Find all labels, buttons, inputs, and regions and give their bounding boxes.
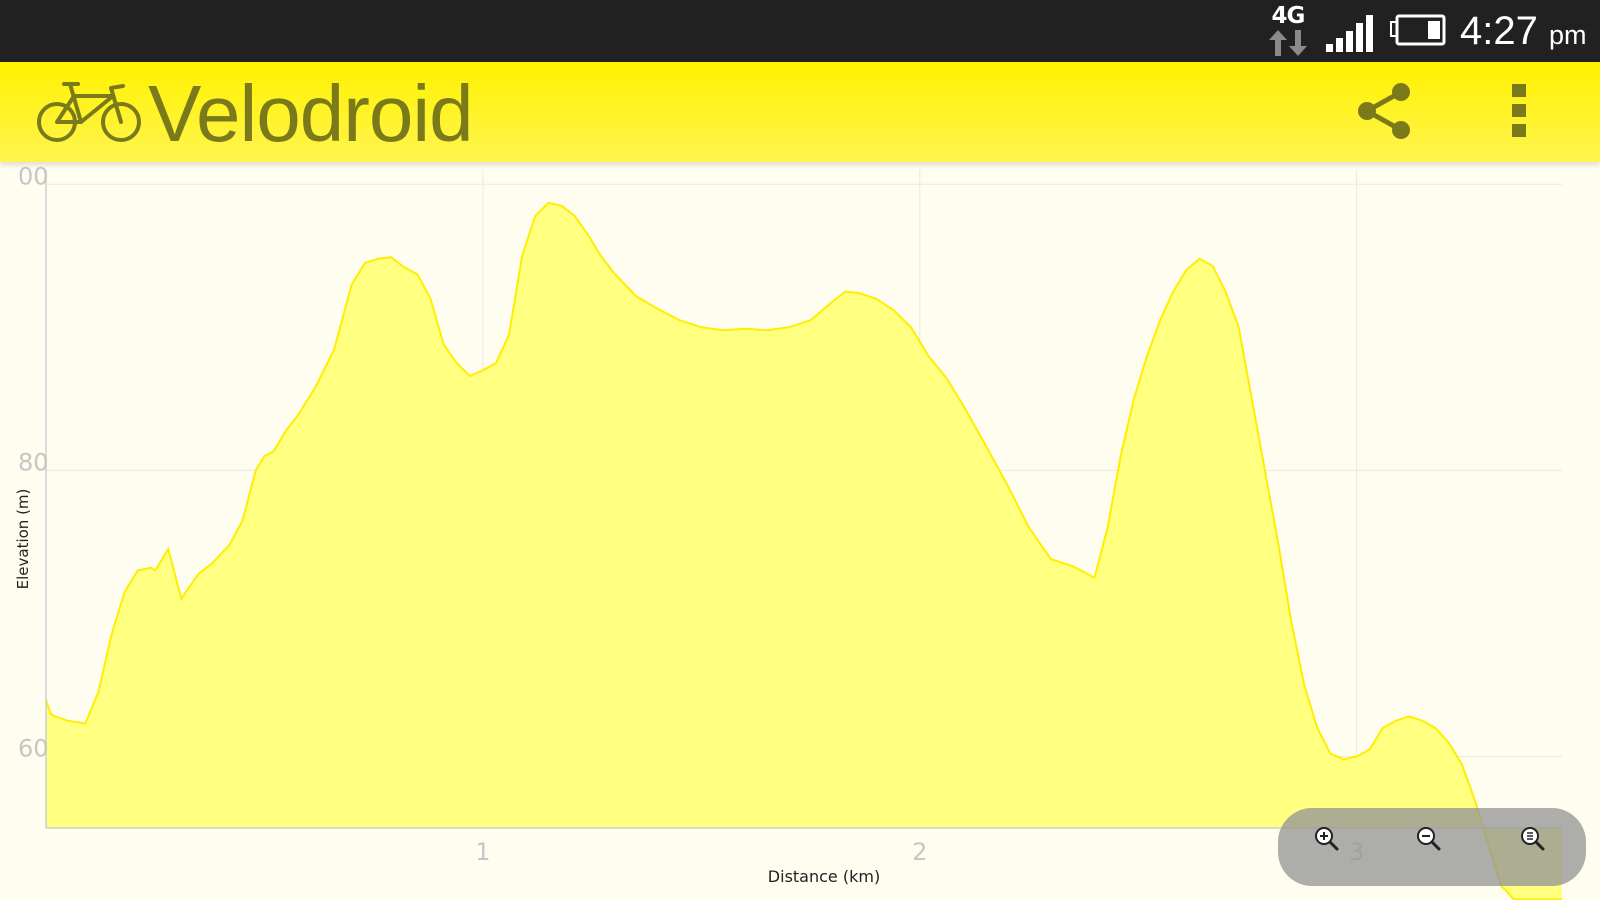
zoom-out-icon xyxy=(1417,827,1441,851)
x-tick-label: 1 xyxy=(475,838,490,866)
elevation-chart-area[interactable]: 123608000 Distance (km) Elevation (m) xyxy=(0,162,1600,900)
battery-icon xyxy=(1390,14,1446,46)
x-axis-label: Distance (km) xyxy=(768,867,880,886)
zoom-reset-icon xyxy=(1521,827,1545,851)
elevation-area xyxy=(46,202,1562,900)
clock-time: 4:27 xyxy=(1460,9,1538,53)
signal-strength-icon xyxy=(1326,15,1373,52)
zoom-reset-button[interactable] xyxy=(1516,822,1550,856)
zoom-in-icon xyxy=(1315,827,1339,851)
overflow-menu-icon[interactable] xyxy=(1512,84,1526,138)
network-type-label: 4G xyxy=(1271,3,1306,29)
app-bar: Velodroid xyxy=(0,62,1600,162)
status-bar: 4G 4:27 pm xyxy=(0,0,1600,62)
y-tick-label: 80 xyxy=(18,448,49,476)
zoom-in-button[interactable] xyxy=(1310,822,1344,856)
y-tick-label: 60 xyxy=(18,734,49,762)
zoom-controls xyxy=(1278,808,1586,886)
clock-ampm: pm xyxy=(1548,20,1587,50)
elevation-chart[interactable]: 123608000 Distance (km) Elevation (m) xyxy=(0,162,1600,900)
data-transfer-arrows-icon xyxy=(1269,30,1307,56)
share-icon[interactable] xyxy=(1356,82,1414,140)
x-tick-label: 2 xyxy=(912,838,927,866)
status-clock: 4:27 pm xyxy=(1460,6,1587,60)
app-title: Velodroid xyxy=(148,69,474,158)
y-tick-label: 00 xyxy=(18,162,49,190)
bicycle-icon xyxy=(37,82,141,142)
zoom-out-button[interactable] xyxy=(1412,822,1446,856)
y-axis-label: Elevation (m) xyxy=(14,489,32,590)
